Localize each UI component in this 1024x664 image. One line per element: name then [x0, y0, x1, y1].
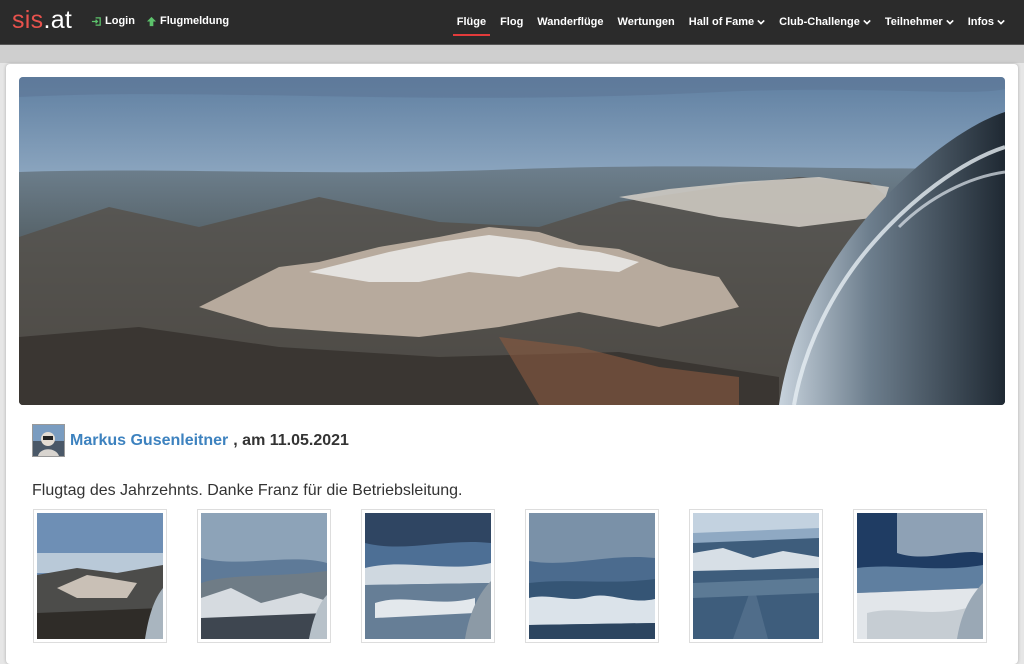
pilot-avatar-image: [33, 425, 64, 456]
nav-item-hall-of-fame[interactable]: Hall of Fame: [682, 0, 772, 44]
gallery-thumbnail[interactable]: [853, 509, 987, 643]
nav-label: Wanderflüge: [537, 16, 604, 28]
logo-prefix: sis: [12, 6, 44, 34]
header-spacer: [0, 45, 1024, 63]
gallery-thumbnail[interactable]: [361, 509, 495, 643]
post-description: Flugtag des Jahrzehnts. Danke Franz für …: [32, 482, 463, 499]
nav-label: Hall of Fame: [688, 16, 755, 28]
avatar[interactable]: [32, 424, 65, 457]
site-logo[interactable]: sis.at: [12, 6, 72, 35]
thumbnail-image: [529, 513, 655, 639]
post-date: , am 11.05.2021: [233, 431, 349, 449]
hero-photo[interactable]: [19, 77, 1005, 405]
nav-item-fluege[interactable]: Flüge: [450, 0, 493, 44]
main-nav: Flüge Flog Wanderflüge Wertungen Hall of…: [450, 0, 1012, 44]
nav-label: Infos: [967, 16, 994, 28]
chevron-down-icon: [997, 19, 1005, 25]
nav-label: Flog: [500, 16, 524, 28]
nav-item-wanderfluege[interactable]: Wanderflüge: [530, 0, 610, 44]
flugmeldung-label: Flugmeldung: [160, 15, 230, 27]
gallery-thumbnail[interactable]: [525, 509, 659, 643]
nav-label: Club-Challenge: [779, 16, 860, 28]
gallery-thumbnail[interactable]: [197, 509, 331, 643]
login-icon: [91, 16, 101, 26]
login-label: Login: [105, 15, 135, 27]
mountain-panorama-image: [19, 77, 1005, 405]
thumbnail-image: [201, 513, 327, 639]
nav-item-infos[interactable]: Infos: [961, 0, 1012, 44]
author-link[interactable]: Markus Gusenleitner: [70, 432, 228, 450]
upload-icon: [146, 16, 157, 26]
thumbnail-image: [365, 513, 491, 639]
login-link[interactable]: Login: [91, 15, 135, 27]
thumbnail-image: [693, 513, 819, 639]
thumbnail-gallery: [33, 509, 993, 645]
nav-label: Teilnehmer: [884, 16, 943, 28]
logo-suffix: .at: [43, 6, 73, 34]
flight-post-card: Markus Gusenleitner , am 11.05.2021 Flugt…: [6, 64, 1018, 664]
flugmeldung-link[interactable]: Flugmeldung: [146, 15, 229, 27]
gallery-thumbnail[interactable]: [33, 509, 167, 643]
chevron-down-icon: [863, 19, 871, 25]
thumbnail-image: [857, 513, 983, 639]
thumbnail-image: [37, 513, 163, 639]
nav-item-wertungen[interactable]: Wertungen: [611, 0, 682, 44]
post-meta: Markus Gusenleitner , am 11.05.2021: [32, 424, 349, 457]
nav-item-flog[interactable]: Flog: [493, 0, 530, 44]
nav-item-club-challenge[interactable]: Club-Challenge: [772, 0, 878, 44]
gallery-thumbnail[interactable]: [689, 509, 823, 643]
nav-label: Wertungen: [617, 16, 675, 28]
top-navigation-bar: sis.at Login Flugmeldung Flüge Flog Wand…: [0, 0, 1024, 45]
nav-item-teilnehmer[interactable]: Teilnehmer: [878, 0, 961, 44]
nav-label: Flüge: [456, 16, 487, 28]
chevron-down-icon: [945, 19, 954, 25]
chevron-down-icon: [757, 19, 765, 25]
